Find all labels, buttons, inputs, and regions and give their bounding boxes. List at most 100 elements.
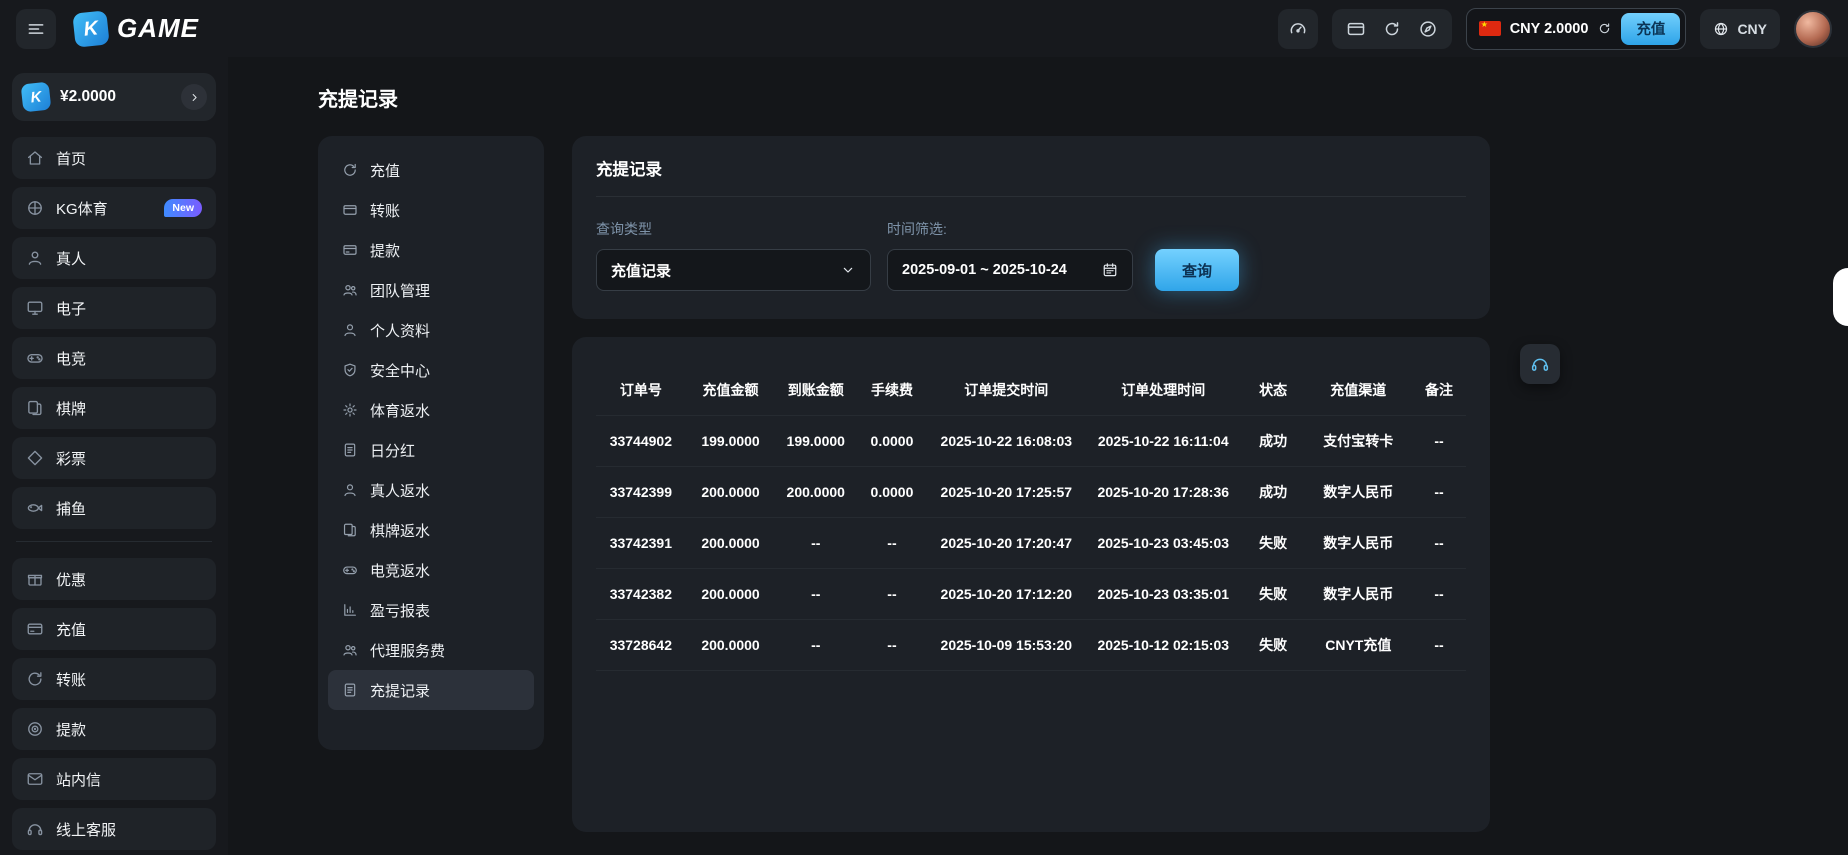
language-label: CNY	[1737, 21, 1767, 37]
main-content: 充提记录 充值转账提款团队管理个人资料安全中心体育返水日分红真人返水棋牌返水电竞…	[228, 57, 1848, 855]
menu-item-label: 盈亏报表	[370, 600, 430, 621]
table-cell: 199.0000	[686, 416, 776, 467]
poker-icon	[26, 399, 44, 417]
menu-item-label: 转账	[370, 200, 400, 221]
menu-item-label: 优惠	[56, 569, 86, 590]
refresh-icon	[1382, 19, 1402, 39]
table-cell: --	[1412, 569, 1466, 620]
submenu-item-security-center[interactable]: 安全中心	[328, 350, 534, 390]
submenu-item-team-management[interactable]: 团队管理	[328, 270, 534, 310]
refresh-balance-button[interactable]	[1597, 21, 1612, 36]
submenu-item-transfer[interactable]: 转账	[328, 190, 534, 230]
wallet-card[interactable]: K ¥2.0000	[12, 73, 216, 121]
currency-selector[interactable]: CNY 2.0000 充值	[1466, 8, 1687, 50]
menu-item-label: 充值	[370, 160, 400, 181]
sidebar-item-lottery[interactable]: 彩票	[12, 437, 216, 479]
sidebar-item-transfer[interactable]: 转账	[12, 658, 216, 700]
sidebar-item-deposit[interactable]: 充值	[12, 608, 216, 650]
wallet-expand-button[interactable]	[181, 84, 207, 110]
compass-button[interactable]	[1418, 19, 1438, 39]
column-header: 订单提交时间	[928, 365, 1085, 416]
query-type-select[interactable]: 充值记录	[596, 249, 871, 291]
table-row: 33744902199.0000199.00000.00002025-10-22…	[596, 416, 1466, 467]
table-cell: --	[1412, 467, 1466, 518]
china-flag-icon	[1479, 21, 1501, 36]
search-button[interactable]: 查询	[1155, 249, 1239, 291]
bank-card-button[interactable]	[1346, 19, 1366, 39]
sidebar-item-kg-sports[interactable]: KG体育New	[12, 187, 216, 229]
logo[interactable]: K GAME	[74, 12, 199, 46]
sidebar-item-live-casino[interactable]: 真人	[12, 237, 216, 279]
language-selector[interactable]: CNY	[1700, 9, 1780, 49]
gauge-button[interactable]	[1278, 9, 1318, 49]
column-header: 订单处理时间	[1085, 365, 1242, 416]
header-deposit-button[interactable]: 充值	[1621, 13, 1680, 45]
submenu-item-deposit-withdraw-records[interactable]: 充提记录	[328, 670, 534, 710]
table-cell: 33742399	[596, 467, 686, 518]
submenu-item-pnl-report[interactable]: 盈亏报表	[328, 590, 534, 630]
sidebar-item-card-games[interactable]: 棋牌	[12, 387, 216, 429]
submenu-item-deposit[interactable]: 充值	[328, 150, 534, 190]
team-icon	[342, 282, 358, 298]
table-cell: 0.0000	[856, 467, 928, 518]
column-header: 充值渠道	[1305, 365, 1413, 416]
table-cell: 199.0000	[775, 416, 856, 467]
column-header: 到账金额	[775, 365, 856, 416]
headset-icon	[1530, 354, 1550, 374]
table-cell: 2025-10-20 17:20:47	[928, 518, 1085, 569]
submenu-item-daily-dividend[interactable]: 日分红	[328, 430, 534, 470]
sidebar-item-fishing[interactable]: 捕鱼	[12, 487, 216, 529]
table-cell: --	[856, 569, 928, 620]
submenu-item-esports-rebate[interactable]: 电竞返水	[328, 550, 534, 590]
table-cell: 成功	[1242, 467, 1305, 518]
doc-icon	[342, 442, 358, 458]
filter-card-title: 充提记录	[596, 156, 1466, 180]
sidebar-item-messages[interactable]: 站内信	[12, 758, 216, 800]
sidebar-item-support[interactable]: 线上客服	[12, 808, 216, 850]
live-icon	[26, 249, 44, 267]
table-cell: --	[856, 620, 928, 671]
date-range-input[interactable]: 2025-09-01 ~ 2025-10-24	[887, 249, 1133, 291]
wallet-k-icon: K	[21, 82, 52, 113]
submenu-item-live-rebate[interactable]: 真人返水	[328, 470, 534, 510]
sidebar-item-home[interactable]: 首页	[12, 137, 216, 179]
table-cell: 失败	[1242, 518, 1305, 569]
submenu-item-profile[interactable]: 个人资料	[328, 310, 534, 350]
sidebar-item-esports[interactable]: 电竞	[12, 337, 216, 379]
table-row: 33742391200.0000----2025-10-20 17:20:472…	[596, 518, 1466, 569]
sidebar-item-promotions[interactable]: 优惠	[12, 558, 216, 600]
gauge-icon	[1288, 19, 1308, 39]
column-header: 手续费	[856, 365, 928, 416]
deposit-icon	[26, 620, 44, 638]
user-avatar[interactable]	[1794, 10, 1832, 48]
transfer-icon	[26, 670, 44, 688]
menu-item-label: 彩票	[56, 448, 86, 469]
submenu-item-sports-rebate[interactable]: 体育返水	[328, 390, 534, 430]
table-cell: CNYT充值	[1305, 620, 1413, 671]
hamburger-icon	[26, 19, 46, 39]
compass-icon	[1418, 19, 1438, 39]
menu-item-label: 真人返水	[370, 480, 430, 501]
column-header: 状态	[1242, 365, 1305, 416]
sidebar-item-withdraw[interactable]: 提款	[12, 708, 216, 750]
table-cell: 200.0000	[686, 518, 776, 569]
submenu-item-poker-rebate[interactable]: 棋牌返水	[328, 510, 534, 550]
currency-balance: CNY 2.0000	[1510, 21, 1589, 37]
table-header-row: 订单号充值金额到账金额手续费订单提交时间订单处理时间状态充值渠道备注	[596, 365, 1466, 416]
calendar-icon	[1102, 262, 1118, 278]
table-cell: 33742382	[596, 569, 686, 620]
submenu-item-agent-fee[interactable]: 代理服务费	[328, 630, 534, 670]
submenu-item-withdraw[interactable]: 提款	[328, 230, 534, 270]
sidebar-item-slots[interactable]: 电子	[12, 287, 216, 329]
menu-button[interactable]	[16, 9, 56, 49]
table-cell: --	[1412, 620, 1466, 671]
chevron-right-icon	[188, 91, 201, 104]
table-cell: 2025-10-22 16:11:04	[1085, 416, 1242, 467]
floating-support-button[interactable]	[1520, 344, 1560, 384]
gear-icon	[342, 402, 358, 418]
refresh-button[interactable]	[1382, 19, 1402, 39]
gift-icon	[26, 570, 44, 588]
drawer-handle[interactable]	[1833, 268, 1848, 326]
table-row: 33742382200.0000----2025-10-20 17:12:202…	[596, 569, 1466, 620]
table-cell: 数字人民币	[1305, 518, 1413, 569]
